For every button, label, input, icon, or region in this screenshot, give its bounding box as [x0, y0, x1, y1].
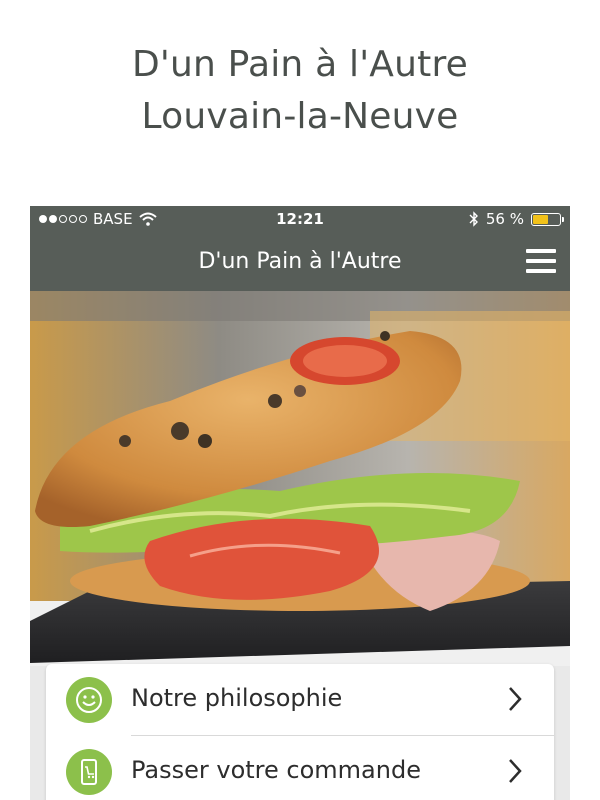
phone-screen: BASE 12:21 56 % D'un Pain à l'Autre Notr…: [30, 206, 570, 800]
chevron-right-icon: [509, 759, 522, 783]
battery-level-fill: [533, 214, 548, 224]
menu-item-notre-philosophie[interactable]: Notre philosophie: [46, 664, 554, 736]
menu-item-passer-votre-commande[interactable]: Passer votre commande: [46, 736, 554, 800]
nav-bar: D'un Pain à l'Autre: [30, 234, 570, 291]
promo-title-line2: Louvain-la-Neuve: [141, 96, 459, 137]
battery-percent: 56 %: [485, 210, 524, 228]
sandwich-image: [30, 291, 570, 666]
bluetooth-icon: [469, 211, 478, 227]
menu-card: Notre philosophie Passer votre commande: [46, 664, 554, 800]
battery-icon: [531, 212, 564, 226]
chevron-right-icon: [509, 687, 522, 711]
smiley-icon: [66, 677, 112, 723]
nav-title: D'un Pain à l'Autre: [198, 249, 402, 274]
status-right: 56 %: [469, 210, 564, 228]
hero-sandwich-photo: [30, 291, 570, 666]
promo-title-line1: D'un Pain à l'Autre: [131, 44, 469, 85]
status-bar: BASE 12:21 56 %: [30, 206, 570, 234]
mobile-cart-icon: [66, 749, 112, 795]
hamburger-menu-icon[interactable]: [526, 249, 556, 273]
menu-item-label: Notre philosophie: [131, 684, 343, 712]
menu-item-label: Passer votre commande: [131, 756, 421, 784]
